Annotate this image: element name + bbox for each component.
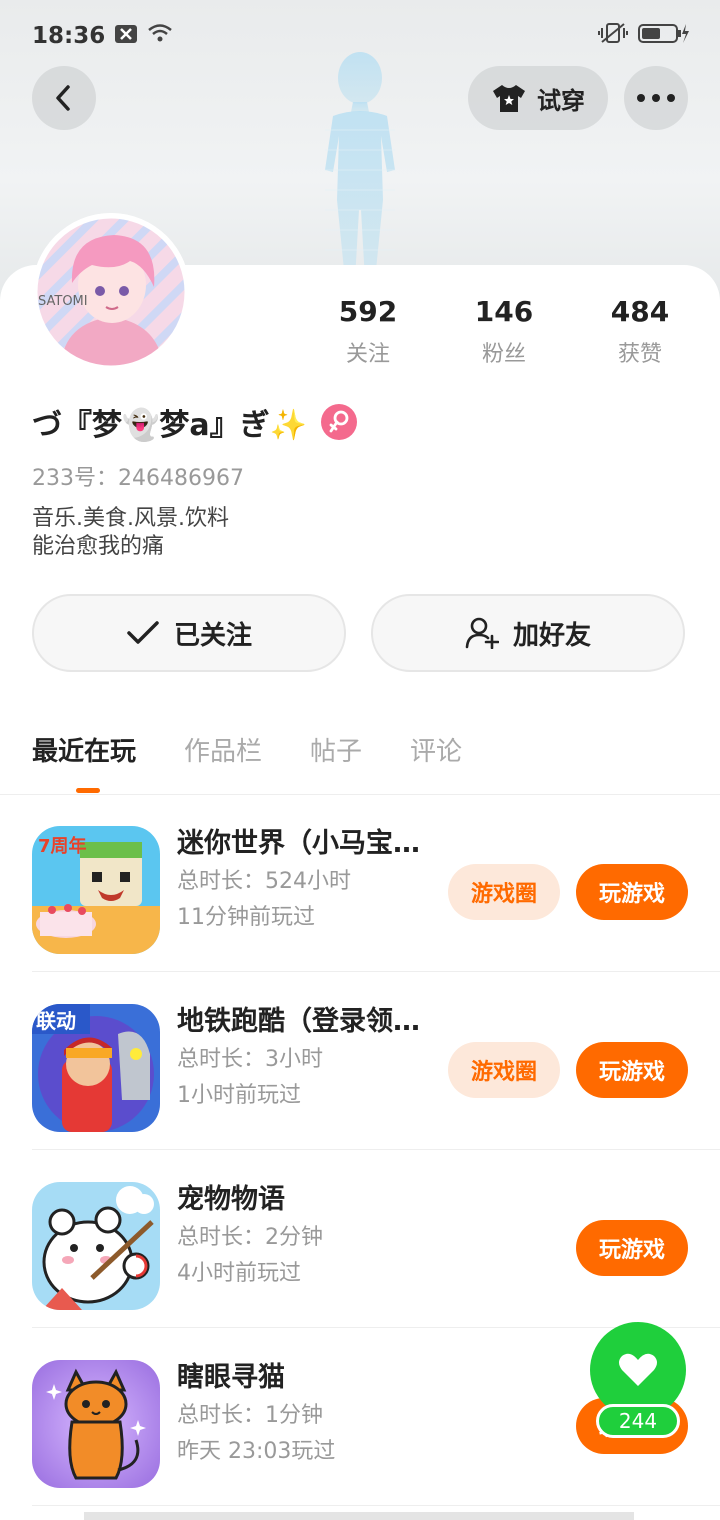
tab-works[interactable]: 作品栏 — [184, 728, 262, 776]
bottom-edge-divider — [84, 1512, 634, 1520]
stat-following[interactable]: 592 关注 — [300, 294, 436, 368]
svg-text:联动: 联动 — [36, 1009, 76, 1033]
bio-line: 能治愈我的痛 — [32, 534, 165, 559]
female-gender-icon — [320, 404, 357, 440]
game-last-played: 11分钟前玩过 — [177, 905, 315, 930]
stat-label: 获赞 — [617, 342, 662, 367]
game-title: 宠物物语 — [177, 1184, 285, 1215]
bio-line: 音乐.美食.风景.饮料 — [32, 506, 229, 531]
play-game-button[interactable]: 玩游戏 — [576, 1220, 688, 1276]
hologram-avatar-figure — [325, 52, 395, 280]
svg-text:7周年: 7周年 — [38, 835, 87, 857]
game-last-played: 昨天 23:03玩过 — [177, 1439, 336, 1464]
stat-value: 592 — [338, 295, 398, 328]
game-title: 地铁跑酷（登录领取） — [177, 1006, 427, 1037]
row-divider — [32, 1149, 720, 1150]
game-total-duration: 总时长：1分钟 — [177, 1403, 323, 1428]
more-options-button[interactable] — [624, 66, 688, 130]
game-title: 迷你世界（小马宝莉） — [177, 828, 427, 859]
game-total-duration: 总时长：3小时 — [177, 1047, 323, 1072]
try-on-label: 试穿 — [537, 86, 585, 115]
profile-nickname-row: づ『梦👻梦a』ぎ✨ — [32, 400, 357, 444]
avatar-logo-text: SATOMI — [38, 294, 88, 309]
tabs-divider — [0, 794, 720, 795]
more-dots-icon — [637, 94, 675, 102]
pet-story-game-icon — [32, 1182, 160, 1310]
bio: 音乐.美食.风景.饮料 能治愈我的痛 — [32, 505, 229, 561]
game-row-pet-story[interactable]: 宠物物语 总时长：2分钟 4小时前玩过 玩游戏 — [32, 1152, 720, 1328]
like-count-badge: 244 — [596, 1404, 680, 1438]
battery-icon — [638, 22, 690, 50]
game-last-played: 1小时前玩过 — [177, 1083, 301, 1108]
blind-cat-game-icon — [32, 1360, 160, 1488]
heart-icon — [619, 1353, 657, 1386]
game-info: 迷你世界（小马宝莉） 总时长：524小时 11分钟前玩过 — [177, 824, 427, 936]
play-game-button[interactable]: 玩游戏 — [576, 1042, 688, 1098]
game-title: 瞎眼寻猫 — [177, 1362, 285, 1393]
notification-icon — [115, 24, 138, 49]
followed-label: 已关注 — [173, 620, 252, 651]
stat-likes[interactable]: 484 获赞 — [572, 294, 708, 368]
user-id: 233号：246486967 — [32, 466, 244, 491]
row-divider — [32, 1505, 720, 1506]
game-info: 地铁跑酷（登录领取） 总时长：3小时 1小时前玩过 — [177, 1002, 427, 1114]
status-time: 18:36 — [32, 23, 106, 49]
tab-comments[interactable]: 评论 — [410, 728, 462, 776]
checkmark-icon — [127, 621, 159, 644]
game-info: 宠物物语 总时长：2分钟 4小时前玩过 — [177, 1180, 427, 1292]
row-divider — [32, 971, 720, 972]
game-total-duration: 总时长：524小时 — [177, 869, 351, 894]
wifi-icon — [147, 23, 173, 49]
mini-world-game-icon: 7周年 — [32, 826, 160, 954]
chevron-left-icon — [56, 85, 70, 111]
tshirt-icon — [493, 85, 525, 112]
game-last-played: 4小时前玩过 — [177, 1261, 301, 1286]
nickname: づ『梦👻梦a』ぎ✨ — [32, 408, 307, 443]
avatar[interactable]: SATOMI — [32, 213, 190, 371]
stat-value: 484 — [610, 295, 670, 328]
game-circle-button[interactable]: 游戏圈 — [448, 864, 560, 920]
add-user-icon — [465, 617, 499, 649]
profile-stats: 592 关注 146 粉丝 484 获赞 — [300, 294, 710, 368]
back-button[interactable] — [32, 66, 96, 130]
tab-recently-played[interactable]: 最近在玩 — [32, 728, 136, 776]
vibrate-mode-icon — [598, 22, 628, 50]
followed-button[interactable]: 已关注 — [32, 594, 346, 672]
profile-tabs: 最近在玩 作品栏 帖子 评论 — [32, 728, 462, 793]
game-row-mini-world[interactable]: 7周年 迷你世界（小马宝莉） 总时长：524小时 11分钟前玩过 游戏圈 玩游戏 — [32, 796, 720, 972]
add-friend-label: 加好友 — [512, 620, 591, 651]
game-row-subway-surfers[interactable]: 联动 地铁跑酷（登录领取） 总时长：3小时 1小时前玩过 游戏圈 玩游戏 — [32, 974, 720, 1150]
play-game-button[interactable]: 玩游戏 — [576, 864, 688, 920]
stat-followers[interactable]: 146 粉丝 — [436, 294, 572, 368]
game-info: 瞎眼寻猫 总时长：1分钟 昨天 23:03玩过 — [177, 1358, 427, 1470]
stat-label: 粉丝 — [481, 342, 526, 367]
status-bar: 18:36 — [0, 0, 720, 72]
active-tab-indicator — [76, 788, 100, 793]
tab-posts[interactable]: 帖子 — [310, 728, 362, 776]
stat-value: 146 — [474, 295, 534, 328]
add-friend-button[interactable]: 加好友 — [371, 594, 685, 672]
game-total-duration: 总时长：2分钟 — [177, 1225, 323, 1250]
try-on-button[interactable]: 试穿 — [468, 66, 608, 130]
subway-surfers-game-icon: 联动 — [32, 1004, 160, 1132]
game-circle-button[interactable]: 游戏圈 — [448, 1042, 560, 1098]
stat-label: 关注 — [345, 342, 390, 367]
